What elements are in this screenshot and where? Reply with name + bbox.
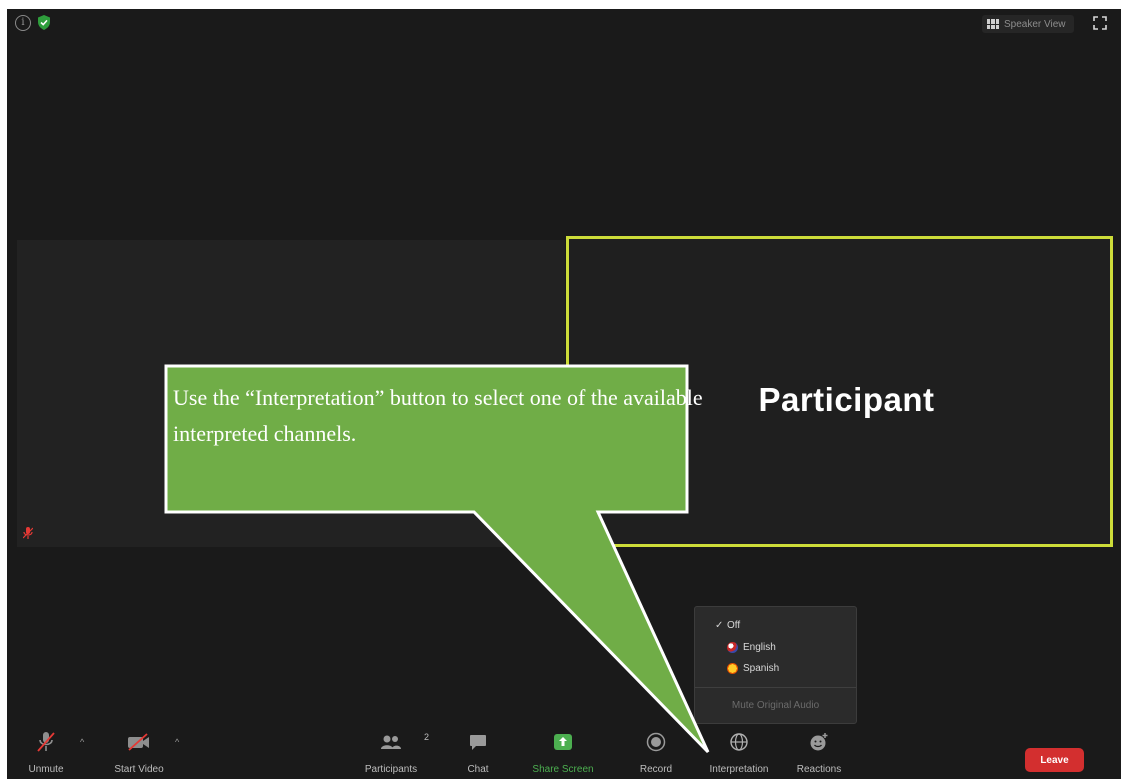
record-label: Record [639, 764, 673, 775]
share-screen-icon [554, 734, 572, 750]
menu-item-spanish[interactable]: Spanish [695, 660, 856, 676]
shield-icon[interactable] [37, 15, 51, 30]
meeting-toolbar: Unmute ^ Start Video ^ 2 Participants Ch… [7, 726, 1121, 779]
fullscreen-icon[interactable] [1093, 16, 1107, 30]
chat-button[interactable]: Chat [458, 726, 498, 779]
interpretation-label: Interpretation [709, 764, 769, 775]
mute-original-audio-item[interactable]: Mute Original Audio [695, 697, 856, 713]
participants-count: 2 [424, 732, 430, 742]
callout-text: Use the “Interpretation” button to selec… [173, 385, 703, 446]
reactions-button[interactable]: Reactions [791, 726, 847, 779]
share-screen-button[interactable]: Share Screen [527, 726, 599, 779]
chat-label: Chat [467, 764, 489, 775]
muted-mic-icon [23, 527, 33, 539]
unmute-label: Unmute [28, 764, 64, 775]
menu-item-off-label: Off [727, 619, 741, 631]
record-button[interactable]: Record [634, 726, 678, 779]
menu-item-english-label: English [743, 641, 776, 653]
flag-spanish-icon [727, 662, 738, 674]
grid-view-icon [987, 19, 999, 29]
participants-icon [381, 735, 401, 749]
reactions-icon [810, 733, 828, 751]
speaker-view-button[interactable]: Speaker View [982, 15, 1074, 33]
interpretation-menu: ✓ Off English Spanish Mute Original Audi… [694, 606, 857, 724]
reactions-label: Reactions [796, 764, 842, 775]
checkmark-icon: ✓ [715, 619, 724, 631]
menu-item-english[interactable]: English [695, 639, 856, 655]
speaker-view-label: Speaker View [1004, 18, 1066, 30]
microphone-muted-icon [37, 732, 55, 752]
menu-divider [695, 687, 856, 688]
start-video-label: Start Video [114, 764, 164, 775]
info-icon[interactable]: i [15, 15, 31, 31]
start-video-button[interactable]: Start Video [107, 726, 171, 779]
leave-button[interactable]: Leave [1025, 748, 1084, 772]
video-off-icon [128, 733, 149, 751]
globe-icon [730, 733, 748, 751]
chat-icon [470, 734, 486, 750]
interpretation-button[interactable]: Interpretation [699, 726, 779, 779]
menu-item-spanish-label: Spanish [743, 662, 780, 674]
record-icon [646, 732, 666, 752]
flag-english-icon [727, 641, 738, 653]
menu-item-off[interactable]: ✓ Off [695, 617, 856, 633]
audio-options-caret-icon[interactable]: ^ [80, 737, 84, 747]
participants-button[interactable]: 2 Participants [361, 726, 429, 779]
unmute-button[interactable]: Unmute [21, 726, 71, 779]
participants-label: Participants [364, 764, 418, 775]
video-options-caret-icon[interactable]: ^ [175, 737, 179, 747]
share-screen-label: Share Screen [532, 764, 594, 775]
